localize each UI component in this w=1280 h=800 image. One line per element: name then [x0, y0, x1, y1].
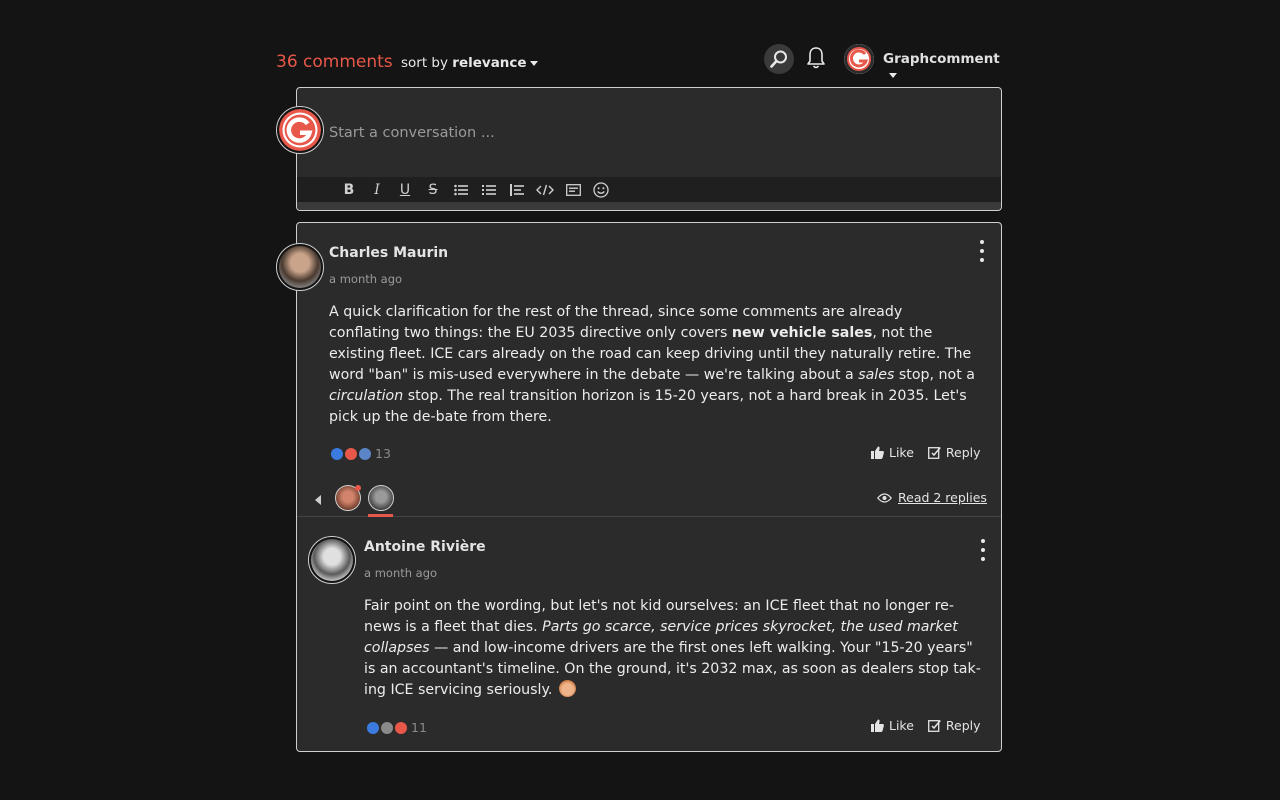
comment-date[interactable]: a month ago	[364, 566, 437, 580]
strikethrough-icon[interactable]: S	[419, 180, 447, 200]
graphcomment-logo-icon	[279, 109, 321, 151]
composer-input[interactable]: Start a conversation ...	[329, 125, 495, 141]
bold-icon[interactable]: B	[335, 180, 363, 200]
underline-icon[interactable]: U	[391, 180, 419, 200]
thumbs-up-reaction-icon	[331, 447, 343, 460]
author-photo	[311, 539, 353, 581]
comment-text-segment: sales	[858, 367, 895, 383]
reply-edit-icon	[927, 447, 941, 459]
code-icon[interactable]	[531, 180, 559, 200]
search-button[interactable]	[764, 44, 794, 74]
emoji-icon[interactable]	[587, 180, 615, 200]
more-options-icon[interactable]	[978, 539, 988, 561]
sort-value: relevance	[452, 55, 527, 71]
comment-body: Fair point on the wording, but let's not…	[364, 596, 984, 701]
formatting-toolbar: B I U S	[297, 177, 1001, 203]
graphcomment-logo-icon	[844, 44, 874, 74]
comments-header: 36 comments sort by relevance Graphcomme…	[276, 44, 1004, 84]
more-options-icon[interactable]	[977, 240, 987, 262]
reply-label: Reply	[945, 445, 981, 460]
like-button[interactable]: Like	[871, 445, 914, 460]
reaction-summary[interactable]: 11	[367, 720, 427, 735]
thumbs-up-reaction-icon	[367, 721, 379, 734]
italic-icon[interactable]: I	[363, 180, 391, 200]
reply-avatar[interactable]	[368, 485, 394, 511]
collapse-arrow-icon[interactable]	[315, 495, 321, 505]
reply-button[interactable]: Reply	[927, 718, 981, 733]
reply-label: Reply	[945, 718, 981, 733]
like-label: Like	[889, 718, 914, 733]
thumbs-down-reaction-icon	[381, 721, 393, 734]
read-replies-link[interactable]: Read 2 replies	[877, 490, 987, 505]
author-photo	[279, 246, 321, 288]
comment-thread: Charles Maurin a month ago A quick clari…	[296, 222, 1002, 752]
unread-dot	[355, 485, 361, 491]
search-icon	[770, 50, 787, 68]
active-reply-indicator	[368, 514, 393, 517]
comment-text-segment: circulation	[329, 388, 404, 404]
sort-dropdown[interactable]: sort by relevance	[401, 55, 538, 71]
like-label: Like	[889, 445, 914, 460]
composer-avatar	[276, 106, 324, 154]
comment-actions: Like Reply	[871, 445, 981, 460]
reply-edit-icon	[927, 720, 941, 732]
face-emoji-icon	[558, 680, 576, 697]
comment-actions: Like Reply	[871, 718, 981, 733]
like-button[interactable]: Like	[871, 718, 914, 733]
comment-author[interactable]: Antoine Rivière	[364, 539, 486, 555]
composer-footer	[297, 202, 1001, 210]
trophy-reaction-icon	[359, 447, 371, 460]
avatar[interactable]	[276, 243, 324, 291]
thumbs-up-icon	[871, 446, 884, 459]
blockquote-icon[interactable]	[503, 180, 531, 200]
replies-bar: Read 2 replies	[297, 483, 1001, 517]
reaction-count: 13	[375, 446, 391, 461]
spoiler-icon[interactable]	[559, 180, 587, 200]
heart-eyes-reaction-icon	[395, 721, 407, 734]
heart-eyes-reaction-icon	[345, 447, 357, 460]
comment-date[interactable]: a month ago	[329, 272, 402, 286]
sort-prefix: sort by	[401, 55, 448, 71]
chevron-down-icon	[889, 72, 897, 78]
read-replies-label: Read 2 replies	[898, 490, 987, 505]
comment-author[interactable]: Charles Maurin	[329, 245, 448, 261]
numbered-list-icon[interactable]	[475, 180, 503, 200]
comment-text-segment: new vehicle sales	[731, 325, 873, 341]
chevron-down-icon	[529, 60, 538, 66]
reaction-count: 11	[411, 720, 427, 735]
comment-text-segment: stop. The real transition horizon is 15-…	[329, 388, 967, 425]
bell-icon	[807, 47, 825, 69]
user-avatar[interactable]	[844, 44, 874, 74]
notifications-button[interactable]	[804, 44, 828, 72]
bullet-list-icon[interactable]	[447, 180, 475, 200]
comment-text-segment: — and low-income drivers are the first o…	[364, 640, 981, 698]
comment-count: 36 comments	[276, 52, 393, 72]
user-name: Graphcomment	[883, 51, 1000, 67]
avatar[interactable]	[308, 536, 356, 584]
eye-icon	[877, 492, 892, 503]
reaction-summary[interactable]: 13	[331, 446, 391, 461]
comment-text-segment: stop, not a	[894, 367, 975, 383]
comment-composer[interactable]: Start a conversation ... B I U S	[296, 87, 1002, 211]
user-menu[interactable]: Graphcomment	[883, 51, 1004, 83]
thumbs-up-icon	[871, 719, 884, 732]
comment-body: A quick clarification for the rest of th…	[329, 302, 977, 428]
reply-button[interactable]: Reply	[927, 445, 981, 460]
comments-widget: 36 comments sort by relevance Graphcomme…	[276, 44, 1004, 752]
